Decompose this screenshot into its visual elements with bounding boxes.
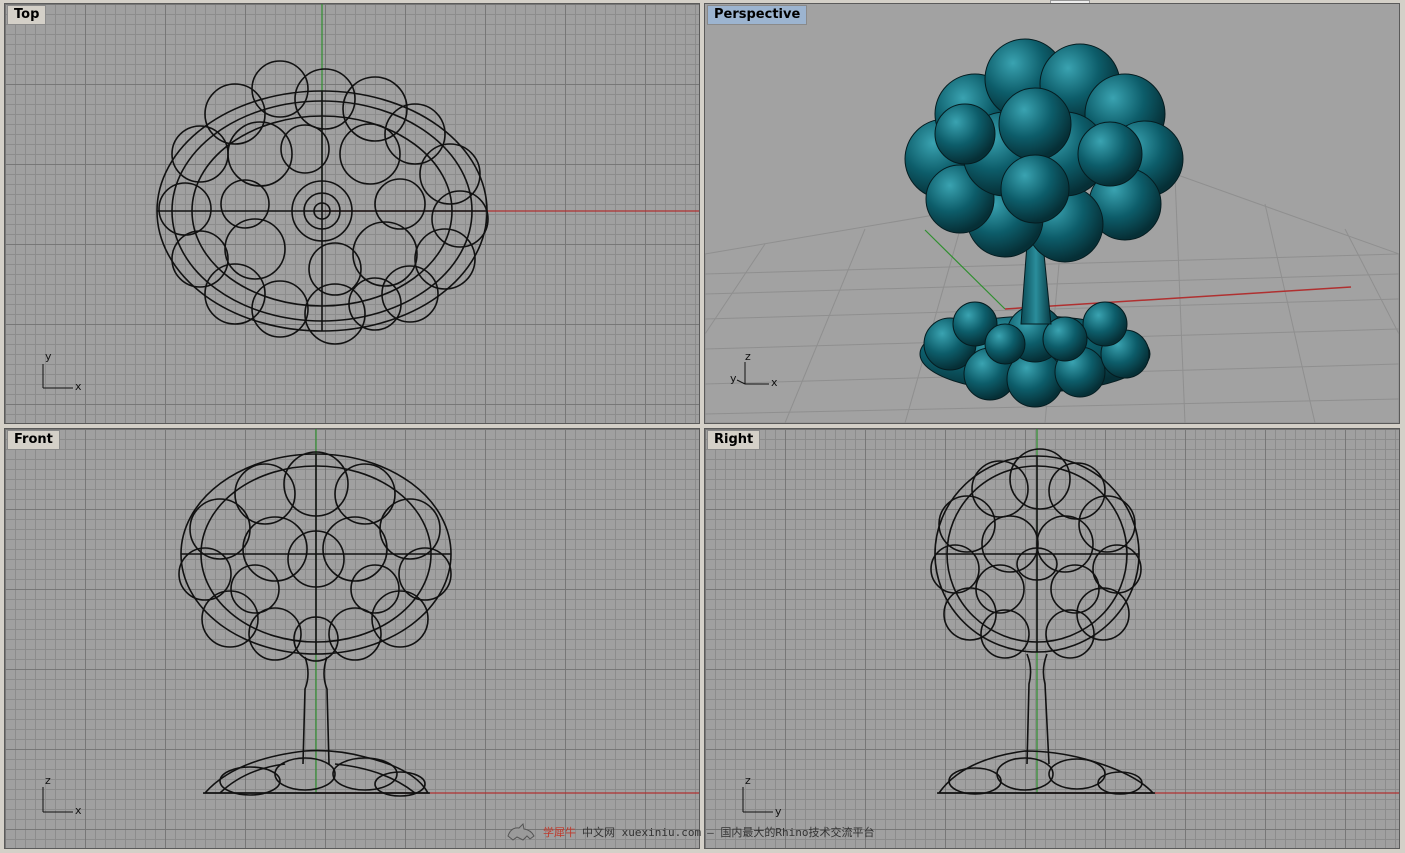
- viewport-front[interactable]: Front z x: [4, 428, 700, 849]
- axis-indicator-top: y x: [42, 350, 82, 393]
- axis-y-label: y: [775, 805, 782, 818]
- axis-y-label: y: [45, 350, 52, 363]
- tree-canopy: [904, 38, 1184, 263]
- axis-y-label: y: [730, 372, 737, 385]
- perspective-view-drawing: z y x: [705, 38, 1399, 423]
- axis-z-label: z: [745, 350, 751, 363]
- watermark: 学犀牛 中文网 xuexiniu.com — 国内最大的Rhino技术交流平台: [505, 820, 874, 844]
- viewport-perspective-title[interactable]: Perspective: [707, 5, 808, 25]
- viewport-right-title[interactable]: Right: [707, 430, 761, 450]
- axis-indicator-front: z x: [42, 774, 82, 817]
- axis-indicator-right: z y: [742, 774, 782, 818]
- viewport-front-title[interactable]: Front: [7, 430, 60, 450]
- right-view-drawing: z y: [742, 429, 1399, 818]
- viewport-right[interactable]: Right z y: [704, 428, 1400, 849]
- axis-x-label: x: [771, 376, 778, 389]
- viewport-perspective[interactable]: Perspective z y x: [704, 3, 1400, 424]
- viewport-top[interactable]: Top y x: [4, 3, 700, 424]
- watermark-tagline: — 国内最大的Rhino技术交流平台: [707, 826, 875, 839]
- axis-x-label: x: [75, 804, 82, 817]
- axis-z-label: z: [745, 774, 751, 787]
- front-view-drawing: z x: [42, 429, 699, 817]
- viewport-top-title[interactable]: Top: [7, 5, 47, 25]
- axis-x-label: x: [75, 380, 82, 393]
- tree-canopy-wireframe-top: [156, 60, 489, 345]
- tree-wireframe-front: [178, 451, 452, 797]
- watermark-brand: 学犀牛: [543, 826, 576, 839]
- rhino-logo-icon: [507, 822, 535, 841]
- watermark-site: 中文网 xuexiniu.com: [582, 826, 702, 839]
- top-view-drawing: y x: [42, 4, 699, 393]
- tree-wireframe-right: [930, 448, 1155, 795]
- axis-z-label: z: [45, 774, 51, 787]
